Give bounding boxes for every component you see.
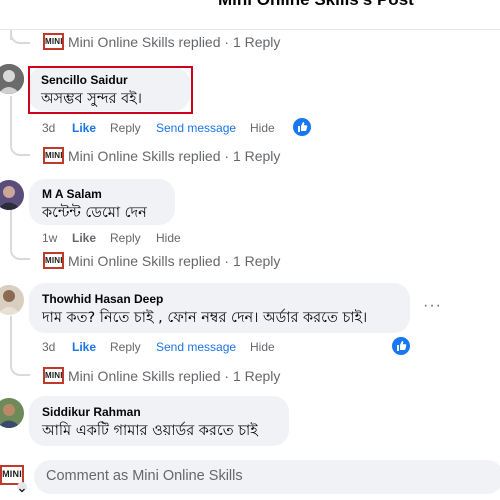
- thread-line: [10, 316, 12, 366]
- send-message-button[interactable]: Send message: [156, 121, 236, 135]
- comment-time[interactable]: 3d: [42, 340, 55, 354]
- comment-text: আমি একটি গামার ওয়ার্ডর করতে চাই: [42, 423, 258, 439]
- post-title: Mini Online Skills's Post: [218, 0, 414, 10]
- replied-link[interactable]: Mini Online Skills replied · 1 Reply: [68, 368, 280, 384]
- comment-bubble: Thowhid Hasan Deep দাম কত? নিতে চাই , ফো…: [29, 283, 410, 333]
- like-reaction-icon[interactable]: [293, 118, 311, 136]
- avatar[interactable]: [0, 398, 24, 428]
- person-silhouette-icon: [0, 64, 24, 94]
- like-button[interactable]: Like: [72, 231, 96, 245]
- replied-link[interactable]: Mini Online Skills replied · 1 Reply: [68, 148, 280, 164]
- comment-time[interactable]: 1w: [42, 231, 57, 245]
- reply-button[interactable]: Reply: [110, 121, 141, 135]
- reply-button[interactable]: Reply: [110, 340, 141, 354]
- like-button[interactable]: Like: [72, 121, 96, 135]
- thread-line: [10, 96, 12, 146]
- comment-author[interactable]: M A Salam: [42, 187, 102, 201]
- profile-photo-icon: [0, 285, 24, 315]
- reply-button[interactable]: Reply: [110, 231, 141, 245]
- thumbs-up-icon: [397, 341, 407, 351]
- comment-bubble: M A Salam কন্টেন্ট ডেমো দেন: [29, 179, 175, 225]
- thread-elbow: [10, 30, 30, 44]
- chevron-down-icon[interactable]: [17, 482, 27, 493]
- thread-elbow: [10, 246, 30, 260]
- highlight-box: [28, 66, 193, 114]
- mini-logo-icon: MINI: [43, 367, 64, 384]
- profile-photo-icon: [0, 180, 24, 210]
- comment-text: দাম কত? নিতে চাই , ফোন নম্বর দেন। অর্ডার…: [42, 310, 368, 326]
- comment-author[interactable]: Thowhid Hasan Deep: [42, 292, 163, 306]
- mini-logo-icon: MINI: [43, 252, 64, 269]
- hide-button[interactable]: Hide: [250, 340, 275, 354]
- more-options-button[interactable]: ···: [423, 297, 442, 315]
- hide-button[interactable]: Hide: [156, 231, 181, 245]
- comment-bubble: Siddikur Rahman আমি একটি গামার ওয়ার্ডর …: [29, 396, 289, 446]
- thread-elbow: [10, 140, 30, 156]
- like-reaction-icon[interactable]: [392, 337, 410, 355]
- mini-logo-icon: MINI: [43, 147, 64, 164]
- replied-link[interactable]: Mini Online Skills replied · 1 Reply: [68, 34, 280, 50]
- avatar[interactable]: [0, 285, 24, 315]
- comment-input[interactable]: [46, 468, 486, 484]
- thread-line: [10, 210, 12, 250]
- hide-button[interactable]: Hide: [250, 121, 275, 135]
- replied-link[interactable]: Mini Online Skills replied · 1 Reply: [68, 253, 280, 269]
- comment-composer[interactable]: [34, 460, 500, 494]
- comment-time[interactable]: 3d: [42, 121, 55, 135]
- mini-logo-text: MINI: [2, 469, 22, 479]
- thumbs-up-icon: [298, 122, 308, 132]
- comment-text: কন্টেন্ট ডেমো দেন: [42, 205, 147, 221]
- avatar[interactable]: [0, 180, 24, 210]
- thread-elbow: [10, 360, 30, 376]
- avatar[interactable]: [0, 64, 24, 94]
- like-button[interactable]: Like: [72, 340, 96, 354]
- chevron-down-glyph: [19, 488, 25, 493]
- post-header: Mini Online Skills's Post: [0, 0, 500, 30]
- comment-author[interactable]: Siddikur Rahman: [42, 405, 141, 419]
- mini-logo-icon: MINI: [43, 33, 64, 50]
- profile-photo-icon: [0, 398, 24, 428]
- send-message-button[interactable]: Send message: [156, 340, 236, 354]
